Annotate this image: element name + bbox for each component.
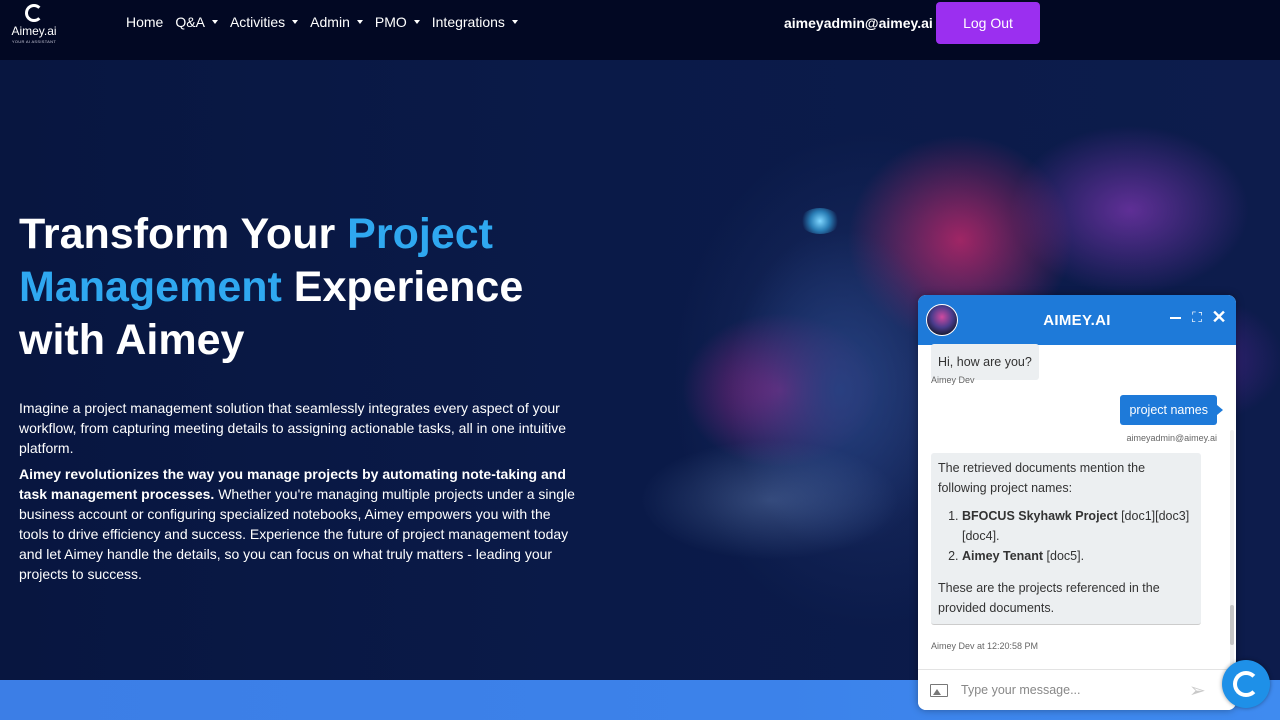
logo[interactable]: Aimey.ai YOUR AI ASSISTANT (6, 4, 62, 48)
aimey-logo-icon (1233, 671, 1259, 697)
chat-title: AIMEY.AI (1043, 311, 1111, 329)
chevron-down-icon (413, 20, 420, 24)
hero-title-part1: Transform Your (19, 210, 348, 258)
project-list: BFOCUS Skyhawk Project [doc1][doc3][doc4… (938, 506, 1194, 566)
chat-header: AIMEY.AI ⛶ ✕ (918, 295, 1236, 345)
hero-paragraph-2: Aimey revolutionizes the way you manage … (19, 464, 579, 584)
list-item: Aimey Tenant [doc5]. (962, 546, 1194, 566)
nav-activities-label: Activities (229, 14, 286, 30)
close-icon[interactable]: ✕ (1211, 307, 1226, 327)
chat-launcher-button[interactable] (1222, 660, 1270, 708)
list-item: BFOCUS Skyhawk Project [doc1][doc3][doc4… (962, 506, 1194, 546)
project-refs: [doc5]. (1043, 549, 1085, 563)
nav-activities[interactable]: Activities (229, 14, 299, 30)
nav-admin-label: Admin (310, 14, 350, 30)
hero-image-highlight (640, 440, 900, 560)
nav-qa-label: Q&A (175, 14, 205, 30)
nav-pmo[interactable]: PMO (375, 14, 420, 30)
aimey-logo-icon (25, 4, 43, 22)
hero-image-eye (800, 208, 840, 234)
nav-home-label: Home (126, 14, 164, 30)
nav-integrations-label: Integrations (431, 14, 505, 30)
logout-button[interactable]: Log Out (936, 2, 1040, 44)
chevron-down-icon (211, 20, 218, 24)
message-sender: Aimey Dev at 12:20:58 PM (931, 641, 1039, 651)
project-name: Aimey Tenant (962, 549, 1044, 563)
reply-outro: These are the projects referenced in the… (938, 581, 1160, 615)
nav-qa[interactable]: Q&A (175, 14, 218, 30)
top-navbar: Aimey.ai YOUR AI ASSISTANT Home Q&A Acti… (0, 0, 1280, 60)
image-upload-icon[interactable] (930, 683, 948, 697)
main-nav: Home Q&A Activities Admin PMO Integratio… (126, 14, 530, 30)
chevron-down-icon (356, 20, 363, 24)
chevron-down-icon (292, 20, 299, 24)
chevron-down-icon (511, 20, 518, 24)
chat-input-bar: ➢ (918, 669, 1236, 710)
chat-widget: AIMEY.AI ⛶ ✕ Hi, how are you? Aimey Dev … (918, 295, 1236, 710)
chat-messages[interactable]: Hi, how are you? Aimey Dev project names… (918, 344, 1236, 680)
user-email: aimeyadmin@aimey.ai (784, 15, 933, 31)
message-input[interactable] (959, 682, 1183, 698)
nav-integrations[interactable]: Integrations (432, 14, 518, 30)
reply-intro: The retrieved documents mention the foll… (938, 461, 1146, 495)
bot-avatar (926, 304, 958, 336)
nav-admin[interactable]: Admin (310, 14, 363, 30)
hero-title: Transform Your Project Management Experi… (19, 208, 559, 367)
project-name: BFOCUS Skyhawk Project (962, 509, 1118, 523)
nav-home[interactable]: Home (126, 14, 163, 30)
minimize-icon[interactable] (1168, 310, 1182, 324)
send-icon[interactable]: ➢ (1189, 678, 1206, 703)
scrollbar-thumb[interactable] (1230, 605, 1234, 645)
bot-message-reply: The retrieved documents mention the foll… (931, 453, 1201, 625)
message-sender: Aimey Dev (931, 375, 975, 385)
user-message: project names (1120, 395, 1223, 425)
greeting-text: Hi, how are you? (938, 355, 1032, 369)
nav-pmo-label: PMO (374, 14, 407, 30)
message-sender: aimeyadmin@aimey.ai (1126, 433, 1217, 443)
expand-icon[interactable]: ⛶ (1190, 309, 1204, 325)
logo-tagline: YOUR AI ASSISTANT (11, 39, 57, 44)
chat-window-controls: ⛶ ✕ (1168, 307, 1227, 327)
hero-paragraph-1: Imagine a project management solution th… (19, 400, 567, 456)
logo-name: Aimey.ai (11, 24, 57, 38)
